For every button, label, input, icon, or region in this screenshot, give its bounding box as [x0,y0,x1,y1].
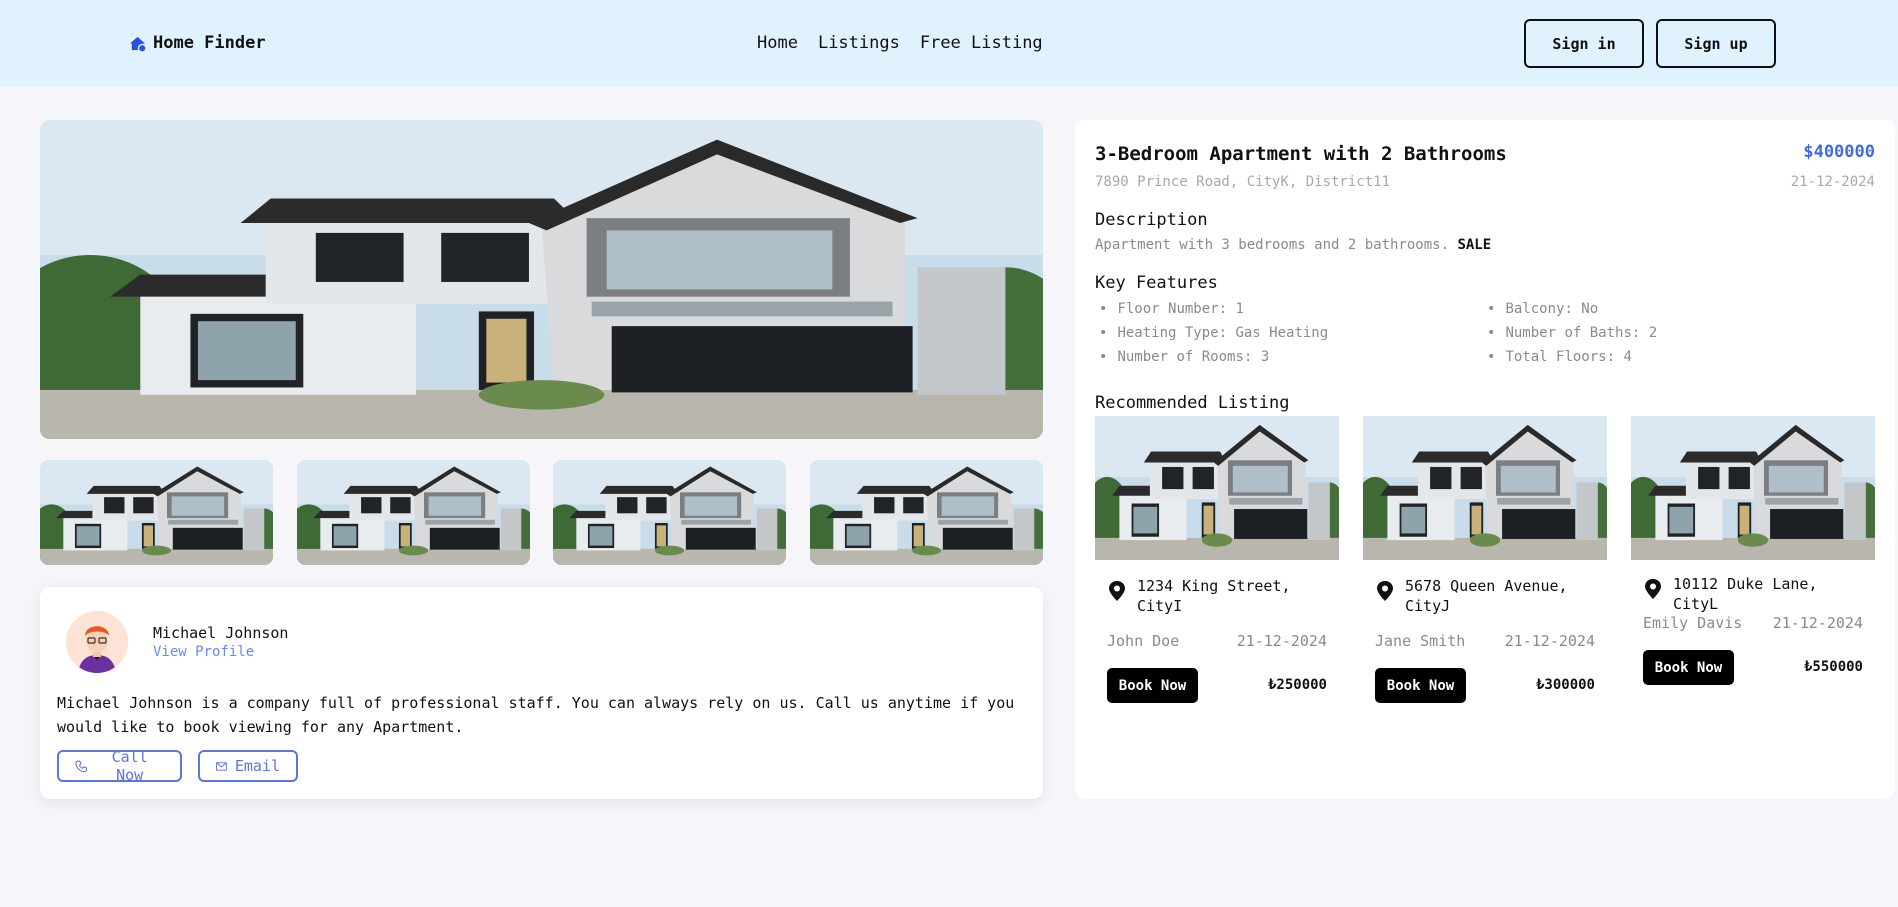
thumbnail-1[interactable] [40,460,273,565]
house-photo [1363,416,1607,560]
house-thumbnail [297,460,530,565]
house-photo [1095,416,1339,560]
thumbnail-2[interactable] [297,460,530,565]
email-button[interactable]: Email [198,750,298,782]
recommended-address: 10112 Duke Lane, CityL [1673,575,1818,613]
recommended-address: 1234 King Street, CityI [1137,577,1291,615]
envelope-icon [216,761,227,771]
agent-name: Michael Johnson [153,624,289,642]
recommended-agent: John Doe [1107,632,1180,650]
agent-card: Michael Johnson View Profile Michael Joh… [40,587,1043,799]
brand-logo[interactable]: Home Finder [128,33,266,53]
feature-item: Number of Baths: 2 [1487,325,1657,341]
recommended-photo[interactable] [1631,416,1875,560]
recommended-card[interactable]: 1234 King Street, CityI John Doe 21-12-2… [1095,416,1339,703]
recommended-agent: Jane Smith [1375,632,1466,650]
main-listing-photo[interactable] [40,120,1043,439]
thumbnail-3[interactable] [553,460,786,565]
house-thumbnail [553,460,786,565]
recommended-location: 1234 King Street, CityI [1107,576,1332,616]
recommended-price: ₺250000 [1267,677,1327,693]
feature-item: Floor Number: 1 [1099,301,1243,317]
recommended-date: 21-12-2024 [1236,632,1327,650]
call-now-button[interactable]: Call Now [57,748,182,784]
listing-price: $400000 [1803,142,1875,162]
feature-item: Heating Type: Gas Heating [1099,325,1328,341]
feature-item: Balcony: No [1487,301,1598,317]
top-navbar: Home Finder Home Listings Free Listing S… [0,0,1898,87]
house-logo-icon [129,36,147,53]
listing-details-card: 3-Bedroom Apartment with 2 Bathrooms $40… [1075,120,1895,799]
feature-item: Number of Rooms: 3 [1099,349,1269,365]
recommended-agent: Emily Davis [1643,614,1743,632]
recommended-card[interactable]: 10112 Duke Lane, CityL Emily Davis 21-12… [1631,416,1875,685]
house-photo [1631,416,1875,560]
status-badge: SALE [1457,237,1492,253]
sign-up-button[interactable]: Sign up [1656,19,1776,68]
recommended-location: 5678 Queen Avenue, CityJ [1375,576,1600,616]
key-features-heading: Key Features [1095,273,1218,293]
book-now-button[interactable]: Book Now [1107,668,1198,703]
book-now-button[interactable]: Book Now [1643,650,1734,685]
feature-item: Total Floors: 4 [1487,349,1631,365]
call-now-label: Call Now [111,748,148,784]
phone-icon [75,760,88,772]
listing-date: 21-12-2024 [1790,174,1875,190]
location-pin-icon [1107,580,1127,602]
listing-description: Apartment with 3 bedrooms and 2 bathroom… [1095,237,1491,253]
listing-address: 7890 Prince Road, CityK, District11 [1095,174,1391,190]
recommended-card[interactable]: 5678 Queen Avenue, CityJ Jane Smith 21-1… [1363,416,1607,703]
listing-title: 3-Bedroom Apartment with 2 Bathrooms [1095,143,1507,165]
description-heading: Description [1095,210,1208,230]
description-text: Apartment with 3 bedrooms and 2 bathroom… [1095,237,1450,253]
book-now-button[interactable]: Book Now [1375,668,1466,703]
agent-description: Michael Johnson is a company full of pro… [57,694,1015,736]
house-photo [40,120,1043,439]
agent-avatar [66,611,128,673]
view-profile-link[interactable]: View Profile [153,644,254,660]
recommended-photo[interactable] [1095,416,1339,560]
recommended-address: 5678 Queen Avenue, CityJ [1405,577,1568,615]
location-pin-icon [1643,578,1663,600]
nav-home[interactable]: Home [757,33,798,53]
house-thumbnail [810,460,1043,565]
sign-in-button[interactable]: Sign in [1524,19,1644,68]
recommended-location: 10112 Duke Lane, CityL [1643,574,1868,614]
recommended-photo[interactable] [1363,416,1607,560]
house-thumbnail [40,460,273,565]
email-label: Email [234,757,280,775]
recommended-price: ₺550000 [1803,659,1863,675]
thumbnail-4[interactable] [810,460,1043,565]
nav-free-listing[interactable]: Free Listing [920,33,1043,53]
recommended-date: 21-12-2024 [1772,614,1863,632]
nav-listings[interactable]: Listings [818,33,900,53]
person-avatar-icon [66,611,128,673]
location-pin-icon [1375,580,1395,602]
recommended-price: ₺300000 [1535,677,1595,693]
main-nav: Home Listings Free Listing [757,33,1043,53]
recommended-date: 21-12-2024 [1504,632,1595,650]
recommended-heading: Recommended Listing [1095,393,1290,413]
brand-name: Home Finder [153,33,266,53]
